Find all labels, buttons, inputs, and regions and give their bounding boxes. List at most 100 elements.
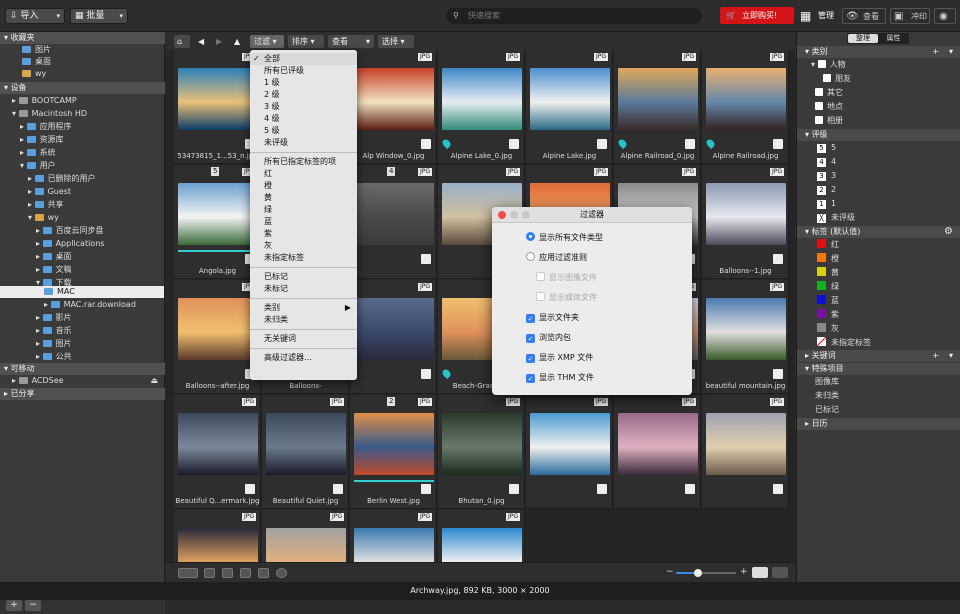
tree-item[interactable]: ▸ MAC.rar.download bbox=[44, 299, 136, 311]
thumbnail-image[interactable] bbox=[706, 183, 786, 245]
thumbnail-cell[interactable]: JPG Beautiful Quiet.jpg bbox=[262, 395, 349, 509]
buy-button[interactable]: 🛒 立即购买! bbox=[720, 7, 794, 24]
thumbnail-cell[interactable]: JPG Balloons--after.jpg bbox=[174, 280, 261, 394]
select-checkbox[interactable] bbox=[509, 484, 519, 494]
menu-item[interactable]: ✓ 全部 bbox=[250, 53, 357, 65]
thumbnail-image[interactable] bbox=[618, 68, 698, 130]
thumbnail-image[interactable] bbox=[178, 183, 258, 245]
add-icon[interactable]: + bbox=[932, 350, 939, 362]
special-item[interactable]: 已标记 bbox=[815, 404, 839, 416]
thumbnail-cell[interactable]: JPG bbox=[174, 510, 261, 562]
select-checkbox[interactable] bbox=[421, 139, 431, 149]
labels-header[interactable]: ▾ 标签 (默认值) ⚙ bbox=[797, 226, 960, 238]
thumbnail-cell[interactable]: JPG Balloons--1.jpg bbox=[702, 165, 789, 279]
devices-header[interactable]: ▾ 设备 bbox=[0, 82, 165, 94]
show-all-radio[interactable]: 显示所有文件类型 bbox=[526, 232, 603, 244]
thumbnail-image[interactable] bbox=[706, 413, 786, 475]
sort-button[interactable]: 排序 ▾ bbox=[288, 35, 324, 48]
label-item[interactable]: 未指定标签 bbox=[817, 337, 871, 349]
rating-item[interactable]: ╳ 未评级 bbox=[817, 212, 855, 224]
select-checkbox[interactable] bbox=[509, 139, 519, 149]
tree-item[interactable]: ▸ 共享 bbox=[28, 199, 64, 211]
compare-button[interactable] bbox=[258, 568, 269, 578]
thumbnail-image[interactable] bbox=[530, 413, 610, 475]
thumbnail-cell[interactable]: JPG Alpine Railroad_0.jpg bbox=[614, 50, 701, 164]
menu-item[interactable]: 橙 bbox=[250, 180, 357, 192]
select-checkbox[interactable] bbox=[245, 484, 255, 494]
mode-manage[interactable]: ▦ 管理 bbox=[798, 8, 838, 24]
select-checkbox[interactable] bbox=[685, 484, 695, 494]
rating-item[interactable]: 33 bbox=[817, 170, 836, 182]
checkbox[interactable] bbox=[815, 116, 823, 124]
favorite-item[interactable]: 图片 bbox=[22, 44, 51, 56]
thumbnail-cell[interactable]: JPG 2 Berlin West.jpg bbox=[350, 395, 437, 509]
select-button[interactable]: 选择 ▾ bbox=[378, 35, 414, 48]
select-checkbox[interactable] bbox=[685, 139, 695, 149]
menu-item[interactable]: 黄 bbox=[250, 192, 357, 204]
thumbnail-cell[interactable]: JPG Alpine Lake.jpg bbox=[526, 50, 613, 164]
menu-item[interactable]: 未标记 bbox=[250, 283, 357, 295]
label-item[interactable]: 橙 bbox=[817, 253, 839, 265]
thumbnail-image[interactable] bbox=[530, 68, 610, 130]
search-input[interactable]: ⚲ 快速搜索 bbox=[446, 8, 702, 24]
select-checkbox[interactable] bbox=[773, 139, 783, 149]
thumbnail-image[interactable] bbox=[178, 68, 258, 130]
list-view-icon[interactable] bbox=[752, 567, 768, 578]
category-item[interactable]: ▾ 人物 bbox=[811, 59, 846, 71]
thumbnail-image[interactable] bbox=[354, 413, 434, 475]
removable-header[interactable]: ▾ 可移动 bbox=[0, 363, 165, 375]
show-media-checkbox[interactable]: 显示媒体文件 bbox=[536, 292, 597, 304]
filter-button[interactable]: 过滤 ▾ bbox=[250, 35, 284, 48]
menu-item[interactable]: 类别 ▶ bbox=[250, 302, 357, 314]
rating-header[interactable]: ▾ 评级 bbox=[797, 129, 960, 141]
eject-icon[interactable]: ⏏ bbox=[150, 375, 158, 387]
menu-item[interactable]: 已标记 bbox=[250, 271, 357, 283]
thumbnail-cell[interactable]: JPG bbox=[350, 280, 437, 394]
thumbnail-cell[interactable]: JPG Alp Window_0.jpg bbox=[350, 50, 437, 164]
tree-item[interactable]: ▸ 系统 bbox=[20, 147, 56, 159]
thumbnail-image[interactable] bbox=[266, 413, 346, 475]
tree-item[interactable]: ▸ 桌面 bbox=[36, 251, 72, 263]
tree-item[interactable]: ▸ 资源库 bbox=[20, 134, 64, 146]
thumbnail-cell[interactable]: JPG bbox=[350, 510, 437, 562]
tree-item[interactable]: ▸ 音乐 bbox=[36, 325, 72, 337]
category-header[interactable]: ▾ 类别 + ▾ bbox=[797, 46, 960, 58]
thumbnail-image[interactable] bbox=[706, 298, 786, 360]
rating-item[interactable]: 44 bbox=[817, 156, 836, 168]
tree-item[interactable]: ▸ 公共 bbox=[36, 351, 72, 363]
rating-item[interactable]: 55 bbox=[817, 142, 836, 154]
chevron-down-icon[interactable]: ▾ bbox=[949, 46, 953, 58]
select-checkbox[interactable] bbox=[597, 484, 607, 494]
thumbnail-image[interactable] bbox=[266, 528, 346, 562]
rating-item[interactable]: 22 bbox=[817, 184, 836, 196]
label-item[interactable]: 绿 bbox=[817, 281, 839, 293]
zoom-slider-thumb[interactable] bbox=[694, 569, 702, 577]
tree-item[interactable]: ▸ 文稿 bbox=[36, 264, 72, 276]
select-checkbox[interactable] bbox=[421, 484, 431, 494]
label-item[interactable]: 紫 bbox=[817, 309, 839, 321]
shared-header[interactable]: ▸ 已分享 bbox=[0, 388, 165, 400]
rotate-left-button[interactable] bbox=[204, 568, 215, 578]
chevron-down-icon[interactable]: ▾ bbox=[949, 350, 953, 362]
rating-item[interactable]: 11 bbox=[817, 198, 836, 210]
thumbnail-image[interactable] bbox=[442, 528, 522, 562]
favorites-header[interactable]: ▾ 收藏夹 bbox=[0, 32, 165, 44]
label-item[interactable]: 蓝 bbox=[817, 295, 839, 307]
tab-organize[interactable]: 整理 bbox=[848, 34, 878, 43]
show-images-checkbox[interactable]: 显示图像文件 bbox=[536, 272, 597, 284]
show-thm-checkbox[interactable]: ✓ 显示 THM 文件 bbox=[526, 372, 594, 384]
close-icon[interactable] bbox=[498, 211, 506, 219]
thumbnail-image[interactable] bbox=[178, 413, 258, 475]
thumbnail-image[interactable] bbox=[442, 68, 522, 130]
menu-item[interactable]: 5 级 bbox=[250, 125, 357, 137]
share-button[interactable] bbox=[178, 568, 198, 578]
back-button[interactable]: ◀ bbox=[194, 35, 208, 48]
import-button[interactable]: ⇩ 导入 ▾ bbox=[5, 8, 65, 24]
thumbnail-image[interactable] bbox=[618, 413, 698, 475]
keywords-header[interactable]: ▸ 关键词 + ▾ bbox=[797, 350, 960, 362]
menu-item[interactable]: 红 bbox=[250, 168, 357, 180]
thumbnail-cell[interactable]: JPG Alpine Lake_0.jpg bbox=[438, 50, 525, 164]
menu-item[interactable]: 绿 bbox=[250, 204, 357, 216]
batch-button[interactable]: ▦ 批量 ▾ bbox=[70, 8, 128, 24]
favorite-item[interactable]: wy bbox=[22, 68, 46, 80]
